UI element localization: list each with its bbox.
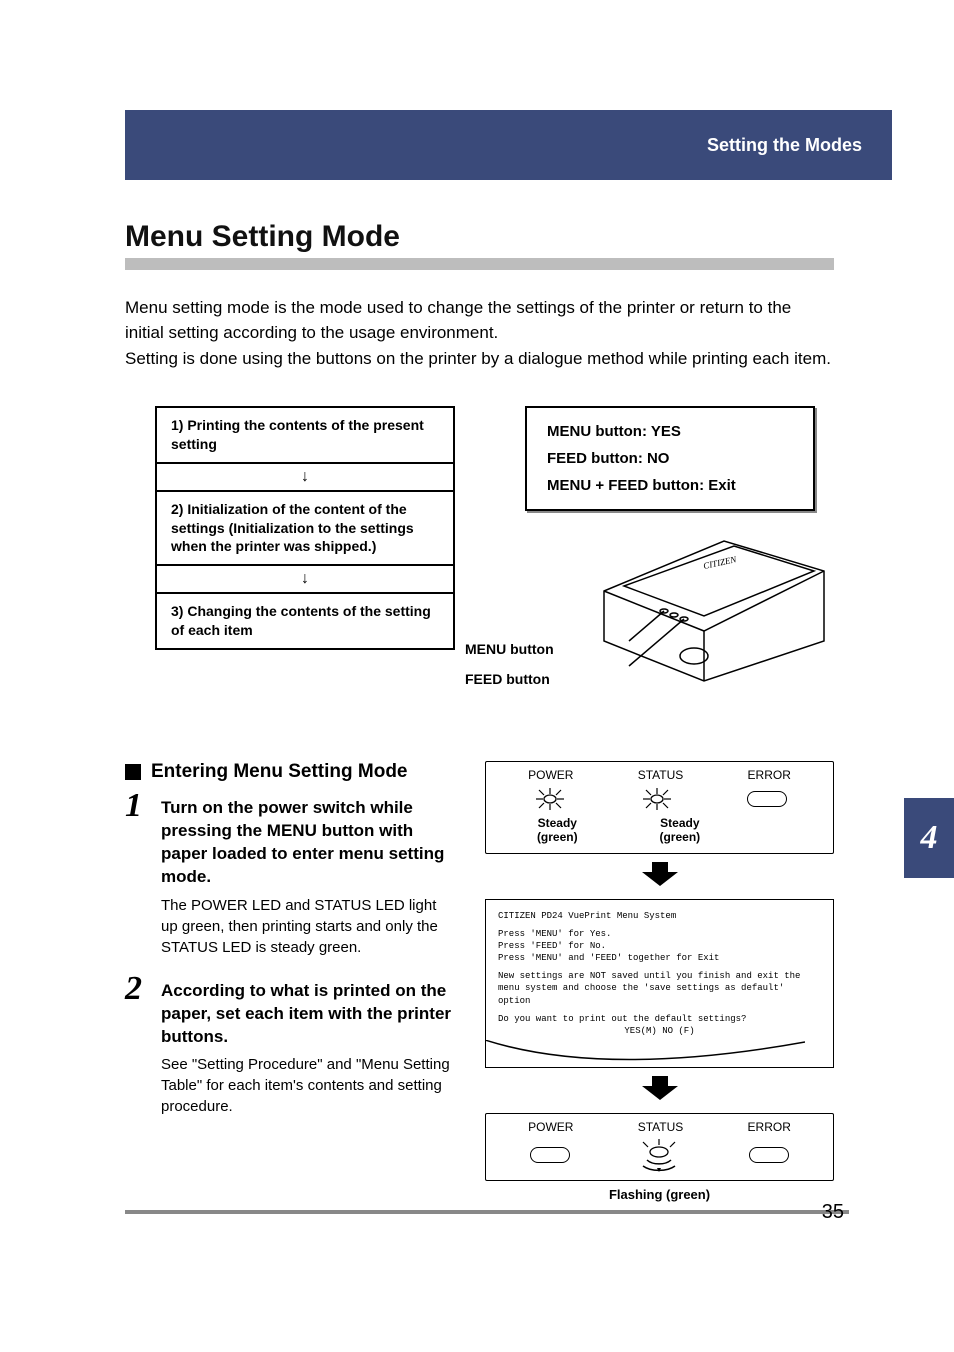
bullet-square-icon xyxy=(125,764,141,780)
callout-menu-label: MENU button xyxy=(465,641,554,657)
led-caption-flashing: Flashing (green) xyxy=(485,1187,834,1202)
step-2-body: See "Setting Procedure" and "Menu Settin… xyxy=(161,1054,455,1117)
svg-text:CITIZEN: CITIZEN xyxy=(702,554,738,571)
led-off-icon xyxy=(747,791,787,807)
footer-rule xyxy=(125,1210,849,1214)
intro-paragraphs: Menu setting mode is the mode used to ch… xyxy=(125,296,834,372)
led-label-status: STATUS xyxy=(638,768,684,782)
flow-box-3: 3) Changing the contents of the setting … xyxy=(155,592,455,650)
page-number: 35 xyxy=(822,1201,844,1224)
led-off-icon xyxy=(749,1147,789,1163)
step-1: 1 Turn on the power switch while pressin… xyxy=(125,789,455,889)
step-1-body: The POWER LED and STATUS LED light up gr… xyxy=(161,895,455,958)
step-1-number: 1 xyxy=(125,789,155,889)
printout-line7: YES(M) NO (F) xyxy=(498,1025,821,1037)
printout-line3: Press 'FEED' for No. xyxy=(498,940,821,952)
printout-sample: CITIZEN PD24 VuePrint Menu System Press … xyxy=(485,899,834,1068)
printout-line6: Do you want to print out the default set… xyxy=(498,1013,821,1025)
flow-arrow-1: ↓ xyxy=(155,464,455,490)
page-title: Menu Setting Mode xyxy=(125,220,834,270)
led-label-power: POWER xyxy=(528,768,573,782)
printout-line4: Press 'MENU' and 'FEED' together for Exi… xyxy=(498,952,821,964)
callout-feed-label: FEED button xyxy=(465,671,550,687)
led-label-power: POWER xyxy=(528,1120,573,1134)
button-legend: MENU button: YES FEED button: NO MENU + … xyxy=(525,406,815,511)
led-flash-icon xyxy=(637,1138,681,1172)
led-burst-icon xyxy=(640,786,674,812)
flow-box-2: 2) Initialization of the content of the … xyxy=(155,490,455,567)
intro-p2: Setting is done using the buttons on the… xyxy=(125,347,834,372)
led-caption-status-steady: Steady (green) xyxy=(659,816,700,845)
led-panel-bottom: POWER STATUS ERROR xyxy=(485,1113,834,1181)
step-2-title: According to what is printed on the pape… xyxy=(161,980,455,1049)
subhead-entering: Entering Menu Setting Mode xyxy=(125,761,455,783)
led-label-error: ERROR xyxy=(748,1120,791,1134)
led-burst-icon xyxy=(533,786,567,812)
legend-line-2: FEED button: NO xyxy=(547,445,793,472)
arrow-down-icon xyxy=(485,1076,834,1105)
flow-arrow-2: ↓ xyxy=(155,566,455,592)
printout-line5: New settings are NOT saved until you fin… xyxy=(498,970,821,1006)
step-2: 2 According to what is printed on the pa… xyxy=(125,972,455,1049)
arrow-down-icon xyxy=(485,862,834,891)
legend-line-3: MENU + FEED button: Exit xyxy=(547,472,793,499)
chapter-tab-number: 4 xyxy=(921,819,938,857)
led-label-error: ERROR xyxy=(748,768,791,782)
legend-line-1: MENU button: YES xyxy=(547,418,793,445)
printout-line2: Press 'MENU' for Yes. xyxy=(498,928,821,940)
section-header-text: Setting the Modes xyxy=(707,135,862,156)
printer-illustration: CITIZEN xyxy=(574,511,834,691)
led-off-icon xyxy=(530,1147,570,1163)
step-2-number: 2 xyxy=(125,972,155,1049)
flow-box-1: 1) Printing the contents of the present … xyxy=(155,406,455,464)
led-panel-top: POWER STATUS ERROR Steady (green) Steady… xyxy=(485,761,834,854)
chapter-tab: 4 xyxy=(904,798,954,878)
printout-line1: CITIZEN PD24 VuePrint Menu System xyxy=(498,910,821,922)
intro-p1: Menu setting mode is the mode used to ch… xyxy=(125,296,834,345)
subhead-text: Entering Menu Setting Mode xyxy=(151,761,408,783)
flow-chart: 1) Printing the contents of the present … xyxy=(155,406,455,650)
led-label-status: STATUS xyxy=(638,1120,684,1134)
step-1-title: Turn on the power switch while pressing … xyxy=(161,797,455,889)
led-caption-power-steady: Steady (green) xyxy=(537,816,578,845)
section-header: Setting the Modes xyxy=(125,110,892,180)
